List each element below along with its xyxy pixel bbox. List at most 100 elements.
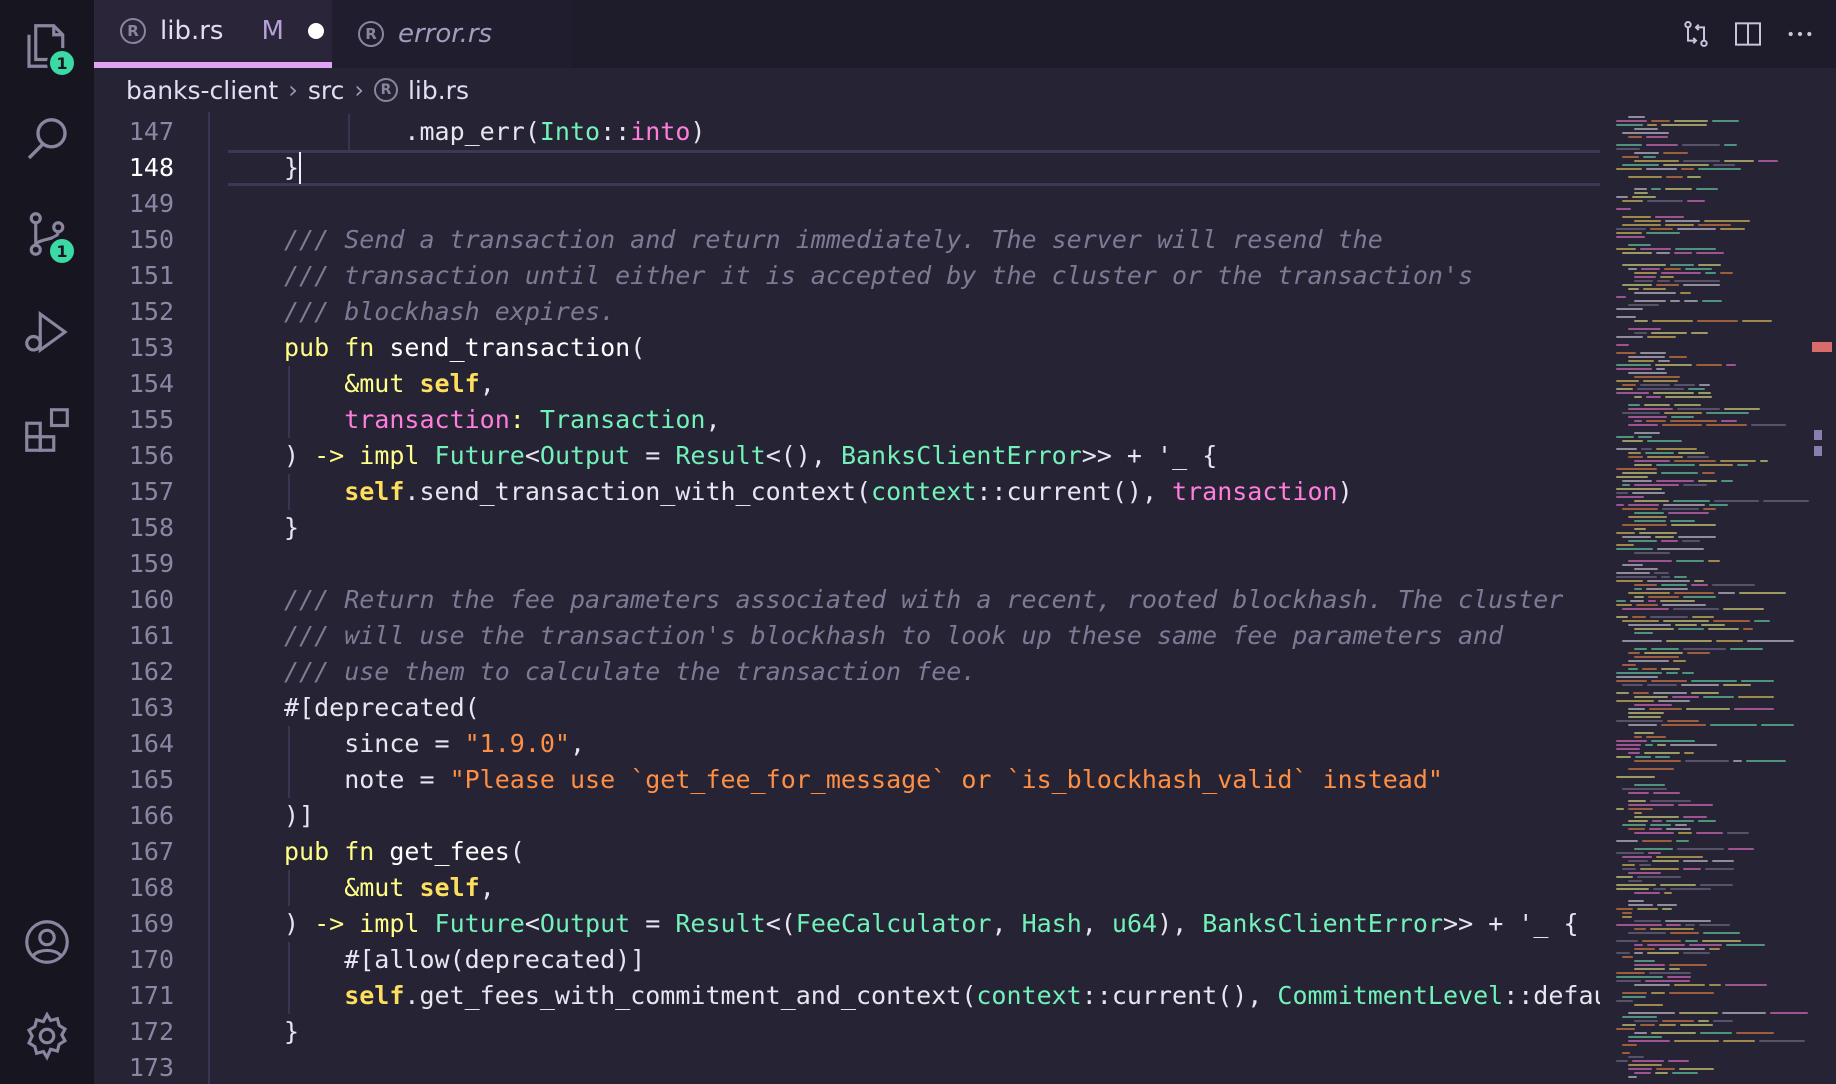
minimap-line xyxy=(1678,832,1692,834)
breadcrumb-item-folder[interactable]: banks-client xyxy=(126,76,278,105)
code-line[interactable]: 160 /// Return the fee parameters associa… xyxy=(94,582,1600,618)
line-number: 169 xyxy=(128,909,174,938)
tab-lib-rs[interactable]: R lib.rs M xyxy=(94,0,332,68)
code-line[interactable]: 162 /// use them to calculate the transac… xyxy=(94,654,1600,690)
minimap-line xyxy=(1616,436,1634,438)
code-line[interactable]: 154 &mut self, xyxy=(94,366,1600,402)
minimap-line xyxy=(1687,652,1710,654)
code-token: self xyxy=(419,369,480,398)
code-line[interactable]: 157 self.send_transaction_with_context(c… xyxy=(94,474,1600,510)
minimap-line xyxy=(1628,828,1645,830)
minimap-line xyxy=(1616,672,1662,674)
extensions-button[interactable] xyxy=(19,402,75,458)
explorer-button[interactable]: 1 xyxy=(19,18,77,78)
account-icon xyxy=(25,920,69,964)
minimap-line xyxy=(1685,760,1729,762)
minimap-line xyxy=(1622,536,1651,538)
code-line[interactable]: 152 /// blockhash expires. xyxy=(94,294,1600,330)
code-line[interactable]: 167 pub fn get_fees( xyxy=(94,834,1600,870)
code-line[interactable]: 173 xyxy=(94,1050,1600,1084)
minimap-line xyxy=(1654,572,1669,574)
code-line[interactable]: 172} xyxy=(94,1014,1600,1050)
unsaved-dot-icon[interactable] xyxy=(307,23,324,39)
manage-button[interactable] xyxy=(19,1008,75,1064)
code-line[interactable]: 153 pub fn send_transaction( xyxy=(94,330,1600,366)
accounts-button[interactable] xyxy=(19,914,75,970)
code-line[interactable]: 171 self.get_fees_with_commitment_and_co… xyxy=(94,978,1600,1014)
code-line[interactable]: 150 /// Send a transaction and return imm… xyxy=(94,222,1600,258)
minimap-line xyxy=(1660,276,1674,278)
split-editor-button[interactable] xyxy=(1730,16,1766,52)
minimap-line xyxy=(1648,600,1656,602)
breadcrumb-item-folder[interactable]: src xyxy=(308,76,345,105)
code-line[interactable]: 165 note = "Please use `get_fee_for_mess… xyxy=(94,762,1600,798)
minimap-line xyxy=(1650,228,1673,230)
minimap[interactable] xyxy=(1612,112,1824,1084)
minimap-line xyxy=(1761,724,1794,726)
run-debug-button[interactable] xyxy=(19,304,75,360)
modified-indicator: M xyxy=(261,16,284,46)
minimap-line xyxy=(1728,848,1754,850)
code-token: ) xyxy=(284,441,315,470)
code-line[interactable]: 156) -> impl Future<Output = Result<(), … xyxy=(94,438,1600,474)
code-line[interactable]: 161 /// will use the transaction's blockh… xyxy=(94,618,1600,654)
code-text: /// will use the transaction's blockhash… xyxy=(284,618,1503,654)
minimap-line xyxy=(1634,948,1655,950)
minimap-line xyxy=(1651,332,1687,334)
minimap-line xyxy=(1628,268,1637,270)
minimap-line xyxy=(1634,960,1655,962)
code-line[interactable]: 163 #[deprecated( xyxy=(94,690,1600,726)
minimap-line xyxy=(1634,552,1670,554)
code-line[interactable]: 149 xyxy=(94,186,1600,222)
code-line[interactable]: 155 transaction: Transaction, xyxy=(94,402,1600,438)
minimap-line xyxy=(1628,768,1674,770)
source-control-badge: 1 xyxy=(47,236,77,266)
minimap-line xyxy=(1700,884,1733,886)
minimap-line xyxy=(1662,1020,1694,1022)
minimap-line xyxy=(1672,696,1699,698)
minimap-line xyxy=(1661,724,1706,726)
code-editor[interactable]: 147 .map_err(Into::into) 148} 149 150/// Se… xyxy=(94,112,1600,1084)
code-line[interactable]: 169) -> impl Future<Output = Result<(Fee… xyxy=(94,906,1600,942)
minimap-line xyxy=(1655,536,1674,538)
minimap-line xyxy=(1664,268,1681,270)
minimap-line xyxy=(1628,660,1669,662)
minimap-line xyxy=(1683,596,1716,598)
minimap-line xyxy=(1674,592,1714,594)
code-token: self xyxy=(284,477,405,506)
code-line[interactable]: 147 .map_err(Into::into) xyxy=(94,114,1600,150)
minimap-line xyxy=(1726,364,1736,366)
tab-error-rs[interactable]: R error.rs xyxy=(332,0,572,68)
overview-ruler-mark xyxy=(1814,430,1822,440)
breadcrumb-item-file[interactable]: lib.rs xyxy=(408,76,469,105)
minimap-line xyxy=(1652,320,1693,322)
code-line[interactable]: 148} xyxy=(94,150,1600,186)
code-line[interactable]: 158} xyxy=(94,510,1600,546)
more-actions-button[interactable] xyxy=(1782,16,1818,52)
code-token: #[allow(deprecated)] xyxy=(284,945,646,974)
minimap-line xyxy=(1661,540,1678,542)
minimap-line xyxy=(1666,672,1678,674)
minimap-line xyxy=(1724,408,1760,410)
code-line[interactable]: 168 &mut self, xyxy=(94,870,1600,906)
code-token: &mut xyxy=(284,873,420,902)
code-line[interactable]: 151 /// transaction until either it is ac… xyxy=(94,258,1600,294)
code-line[interactable]: 159 xyxy=(94,546,1600,582)
search-button[interactable] xyxy=(19,112,75,168)
minimap-line xyxy=(1616,604,1632,606)
open-changes-button[interactable] xyxy=(1678,16,1714,52)
minimap-line xyxy=(1616,296,1626,298)
code-line[interactable]: 166)] xyxy=(94,798,1600,834)
minimap-line xyxy=(1634,464,1652,466)
minimap-line xyxy=(1670,300,1680,302)
source-control-button[interactable]: 1 xyxy=(19,206,77,266)
minimap-line xyxy=(1666,176,1683,178)
code-token: , xyxy=(479,873,495,902)
minimap-line xyxy=(1655,756,1670,758)
minimap-line xyxy=(1652,860,1679,862)
minimap-line xyxy=(1698,224,1731,226)
minimap-line xyxy=(1763,500,1809,502)
code-line[interactable]: 170 #[allow(deprecated)] xyxy=(94,942,1600,978)
minimap-line xyxy=(1656,368,1665,370)
code-line[interactable]: 164 since = "1.9.0", xyxy=(94,726,1600,762)
